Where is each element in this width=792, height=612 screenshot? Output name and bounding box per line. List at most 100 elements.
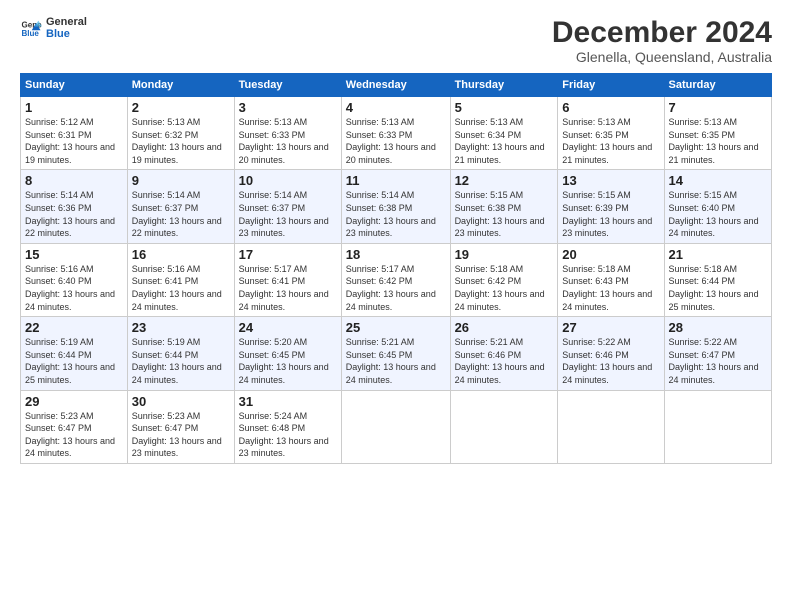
calendar-cell: 19 Sunrise: 5:18 AMSunset: 6:42 PMDaylig…: [450, 243, 558, 316]
day-number: 26: [455, 320, 554, 335]
week-row-4: 22 Sunrise: 5:19 AMSunset: 6:44 PMDaylig…: [21, 317, 772, 390]
day-number: 21: [669, 247, 767, 262]
day-info: Sunrise: 5:19 AMSunset: 6:44 PMDaylight:…: [132, 337, 222, 385]
day-number: 3: [239, 100, 337, 115]
calendar-cell: 6 Sunrise: 5:13 AMSunset: 6:35 PMDayligh…: [558, 97, 664, 170]
day-info: Sunrise: 5:22 AMSunset: 6:47 PMDaylight:…: [669, 337, 759, 385]
calendar-cell: 29 Sunrise: 5:23 AMSunset: 6:47 PMDaylig…: [21, 390, 128, 463]
day-info: Sunrise: 5:13 AMSunset: 6:35 PMDaylight:…: [562, 117, 652, 165]
logo-wordmark: General Blue: [46, 16, 87, 40]
day-info: Sunrise: 5:13 AMSunset: 6:33 PMDaylight:…: [346, 117, 436, 165]
week-row-1: 1 Sunrise: 5:12 AMSunset: 6:31 PMDayligh…: [21, 97, 772, 170]
subtitle: Glenella, Queensland, Australia: [552, 49, 772, 65]
calendar-cell: 1 Sunrise: 5:12 AMSunset: 6:31 PMDayligh…: [21, 97, 128, 170]
logo: General Blue General Blue: [20, 16, 87, 40]
header-wednesday: Wednesday: [341, 74, 450, 97]
day-number: 31: [239, 394, 337, 409]
calendar-cell: 9 Sunrise: 5:14 AMSunset: 6:37 PMDayligh…: [127, 170, 234, 243]
day-info: Sunrise: 5:19 AMSunset: 6:44 PMDaylight:…: [25, 337, 115, 385]
header: General Blue General Blue December 2024 …: [20, 16, 772, 65]
day-info: Sunrise: 5:21 AMSunset: 6:46 PMDaylight:…: [455, 337, 545, 385]
day-number: 20: [562, 247, 659, 262]
day-number: 2: [132, 100, 230, 115]
calendar-cell: 23 Sunrise: 5:19 AMSunset: 6:44 PMDaylig…: [127, 317, 234, 390]
day-number: 28: [669, 320, 767, 335]
day-info: Sunrise: 5:15 AMSunset: 6:39 PMDaylight:…: [562, 190, 652, 238]
calendar-cell: [664, 390, 771, 463]
day-number: 8: [25, 173, 123, 188]
calendar-cell: 14 Sunrise: 5:15 AMSunset: 6:40 PMDaylig…: [664, 170, 771, 243]
calendar-cell: 17 Sunrise: 5:17 AMSunset: 6:41 PMDaylig…: [234, 243, 341, 316]
day-info: Sunrise: 5:23 AMSunset: 6:47 PMDaylight:…: [25, 411, 115, 459]
calendar-cell: 15 Sunrise: 5:16 AMSunset: 6:40 PMDaylig…: [21, 243, 128, 316]
day-info: Sunrise: 5:14 AMSunset: 6:36 PMDaylight:…: [25, 190, 115, 238]
calendar-cell: 7 Sunrise: 5:13 AMSunset: 6:35 PMDayligh…: [664, 97, 771, 170]
calendar-cell: 18 Sunrise: 5:17 AMSunset: 6:42 PMDaylig…: [341, 243, 450, 316]
day-info: Sunrise: 5:13 AMSunset: 6:34 PMDaylight:…: [455, 117, 545, 165]
day-info: Sunrise: 5:24 AMSunset: 6:48 PMDaylight:…: [239, 411, 329, 459]
header-tuesday: Tuesday: [234, 74, 341, 97]
day-number: 27: [562, 320, 659, 335]
day-number: 5: [455, 100, 554, 115]
calendar-cell: 5 Sunrise: 5:13 AMSunset: 6:34 PMDayligh…: [450, 97, 558, 170]
svg-text:Blue: Blue: [21, 29, 39, 38]
day-info: Sunrise: 5:23 AMSunset: 6:47 PMDaylight:…: [132, 411, 222, 459]
day-number: 19: [455, 247, 554, 262]
header-saturday: Saturday: [664, 74, 771, 97]
day-number: 18: [346, 247, 446, 262]
day-number: 24: [239, 320, 337, 335]
day-number: 12: [455, 173, 554, 188]
calendar-cell: 20 Sunrise: 5:18 AMSunset: 6:43 PMDaylig…: [558, 243, 664, 316]
calendar-cell: 26 Sunrise: 5:21 AMSunset: 6:46 PMDaylig…: [450, 317, 558, 390]
logo-icon: General Blue: [20, 17, 42, 39]
day-info: Sunrise: 5:16 AMSunset: 6:40 PMDaylight:…: [25, 264, 115, 312]
day-number: 13: [562, 173, 659, 188]
day-number: 6: [562, 100, 659, 115]
calendar-cell: 30 Sunrise: 5:23 AMSunset: 6:47 PMDaylig…: [127, 390, 234, 463]
day-info: Sunrise: 5:20 AMSunset: 6:45 PMDaylight:…: [239, 337, 329, 385]
day-number: 23: [132, 320, 230, 335]
main-title: December 2024: [552, 16, 772, 49]
header-monday: Monday: [127, 74, 234, 97]
calendar-cell: 4 Sunrise: 5:13 AMSunset: 6:33 PMDayligh…: [341, 97, 450, 170]
calendar-cell: 2 Sunrise: 5:13 AMSunset: 6:32 PMDayligh…: [127, 97, 234, 170]
calendar-cell: [450, 390, 558, 463]
day-info: Sunrise: 5:15 AMSunset: 6:38 PMDaylight:…: [455, 190, 545, 238]
header-row: Sunday Monday Tuesday Wednesday Thursday…: [21, 74, 772, 97]
day-number: 10: [239, 173, 337, 188]
day-info: Sunrise: 5:15 AMSunset: 6:40 PMDaylight:…: [669, 190, 759, 238]
day-info: Sunrise: 5:13 AMSunset: 6:32 PMDaylight:…: [132, 117, 222, 165]
calendar-cell: 16 Sunrise: 5:16 AMSunset: 6:41 PMDaylig…: [127, 243, 234, 316]
day-number: 4: [346, 100, 446, 115]
page: General Blue General Blue December 2024 …: [0, 0, 792, 612]
calendar-cell: 27 Sunrise: 5:22 AMSunset: 6:46 PMDaylig…: [558, 317, 664, 390]
day-number: 30: [132, 394, 230, 409]
calendar-cell: 3 Sunrise: 5:13 AMSunset: 6:33 PMDayligh…: [234, 97, 341, 170]
day-info: Sunrise: 5:12 AMSunset: 6:31 PMDaylight:…: [25, 117, 115, 165]
day-info: Sunrise: 5:14 AMSunset: 6:37 PMDaylight:…: [132, 190, 222, 238]
calendar-cell: 13 Sunrise: 5:15 AMSunset: 6:39 PMDaylig…: [558, 170, 664, 243]
day-number: 22: [25, 320, 123, 335]
calendar-body: 1 Sunrise: 5:12 AMSunset: 6:31 PMDayligh…: [21, 97, 772, 464]
day-info: Sunrise: 5:21 AMSunset: 6:45 PMDaylight:…: [346, 337, 436, 385]
calendar-cell: 12 Sunrise: 5:15 AMSunset: 6:38 PMDaylig…: [450, 170, 558, 243]
day-info: Sunrise: 5:17 AMSunset: 6:42 PMDaylight:…: [346, 264, 436, 312]
calendar-cell: 8 Sunrise: 5:14 AMSunset: 6:36 PMDayligh…: [21, 170, 128, 243]
day-number: 9: [132, 173, 230, 188]
day-info: Sunrise: 5:17 AMSunset: 6:41 PMDaylight:…: [239, 264, 329, 312]
day-info: Sunrise: 5:14 AMSunset: 6:38 PMDaylight:…: [346, 190, 436, 238]
calendar-cell: 10 Sunrise: 5:14 AMSunset: 6:37 PMDaylig…: [234, 170, 341, 243]
day-number: 1: [25, 100, 123, 115]
day-number: 11: [346, 173, 446, 188]
day-info: Sunrise: 5:18 AMSunset: 6:44 PMDaylight:…: [669, 264, 759, 312]
day-number: 15: [25, 247, 123, 262]
day-info: Sunrise: 5:16 AMSunset: 6:41 PMDaylight:…: [132, 264, 222, 312]
title-area: December 2024 Glenella, Queensland, Aust…: [552, 16, 772, 65]
calendar-cell: 22 Sunrise: 5:19 AMSunset: 6:44 PMDaylig…: [21, 317, 128, 390]
header-sunday: Sunday: [21, 74, 128, 97]
calendar-cell: 24 Sunrise: 5:20 AMSunset: 6:45 PMDaylig…: [234, 317, 341, 390]
day-info: Sunrise: 5:13 AMSunset: 6:35 PMDaylight:…: [669, 117, 759, 165]
calendar-cell: [558, 390, 664, 463]
day-info: Sunrise: 5:22 AMSunset: 6:46 PMDaylight:…: [562, 337, 652, 385]
day-info: Sunrise: 5:18 AMSunset: 6:42 PMDaylight:…: [455, 264, 545, 312]
